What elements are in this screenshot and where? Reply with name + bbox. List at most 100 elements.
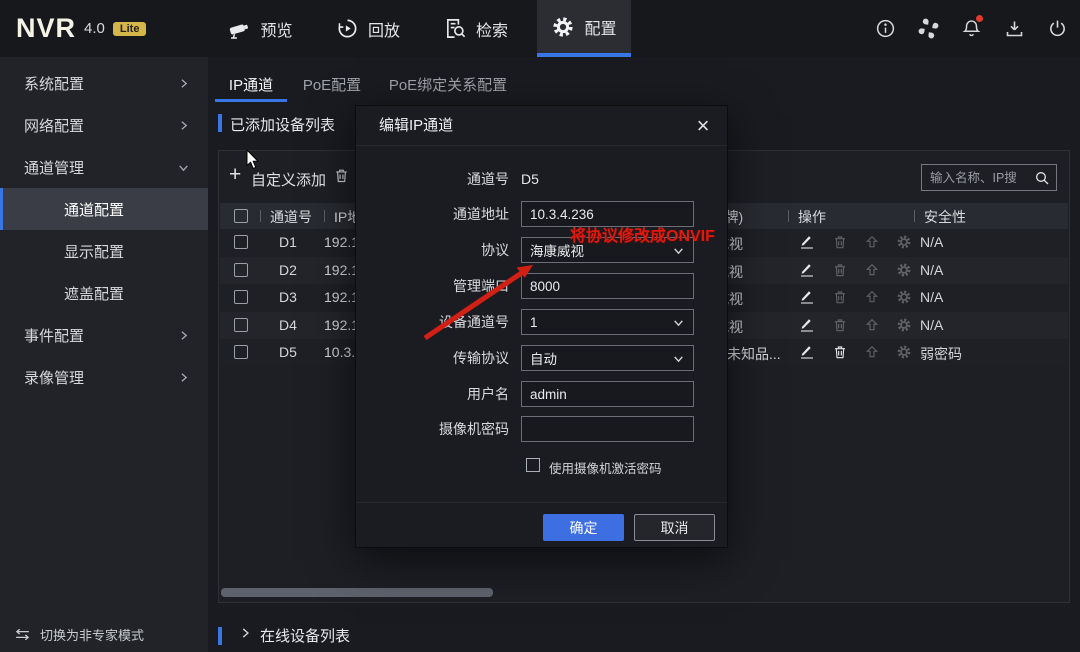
row-checkbox[interactable]	[234, 235, 248, 249]
settings-icon[interactable]	[896, 317, 912, 333]
field-username: 用户名	[356, 381, 727, 407]
edit-icon[interactable]	[799, 344, 815, 360]
device-search-input[interactable]	[928, 170, 1034, 186]
tab-poe-config[interactable]: PoE配置	[297, 66, 367, 102]
settings-icon[interactable]	[896, 289, 912, 305]
trash-icon[interactable]	[832, 317, 848, 333]
trash-icon[interactable]	[832, 262, 848, 278]
cell-security: N/A	[920, 317, 943, 333]
bell-icon[interactable]	[960, 18, 982, 40]
horizontal-scrollbar[interactable]	[221, 588, 493, 597]
row-checkbox[interactable]	[234, 345, 248, 359]
channel-no-value: D5	[521, 166, 539, 192]
sidebar-item-recording-management[interactable]: 录像管理	[0, 356, 208, 398]
nav-playback[interactable]: 回放	[320, 0, 416, 57]
select-all-checkbox[interactable]	[234, 209, 248, 223]
sidebar-item-system-config[interactable]: 系统配置	[0, 62, 208, 104]
ok-button[interactable]: 确定	[543, 514, 624, 541]
checkbox-label: 使用摄像机激活密码	[549, 458, 662, 477]
online-devices-title[interactable]: 在线设备列表	[260, 625, 350, 646]
power-icon[interactable]	[1046, 18, 1068, 40]
sidebar-item-channel-config[interactable]: 通道配置	[0, 188, 208, 230]
camera-icon	[227, 17, 251, 41]
sidebar-item-label: 遮盖配置	[64, 283, 124, 304]
tab-label: IP通道	[229, 74, 273, 95]
status-icon-group	[874, 0, 1068, 57]
search-icon[interactable]	[1034, 170, 1050, 186]
edit-icon[interactable]	[799, 234, 815, 250]
trash-icon[interactable]	[832, 234, 848, 250]
chevron-down-icon	[177, 161, 190, 174]
cell-ip: 192.1	[324, 317, 359, 333]
upgrade-icon[interactable]	[864, 344, 880, 360]
edit-icon[interactable]	[799, 262, 815, 278]
activation-password-row: 使用摄像机激活密码	[356, 456, 727, 476]
pinwheel-icon[interactable]	[917, 18, 939, 40]
sidebar-item-channel-management[interactable]: 通道管理	[0, 146, 208, 188]
sidebar: 系统配置 网络配置 通道管理 通道配置 显示配置 遮盖配置 事件配置 录像管理	[0, 57, 208, 652]
custom-add-button[interactable]: 自定义添加	[251, 169, 326, 190]
col-channel: 通道号	[270, 207, 312, 227]
switch-mode-label: 切换为非专家模式	[40, 625, 144, 644]
trash-icon[interactable]	[333, 167, 350, 184]
annotation-text: 将协议修改成ONVIF	[570, 222, 715, 246]
sidebar-item-label: 录像管理	[24, 367, 84, 388]
chevron-right-icon	[177, 119, 190, 132]
row-checkbox[interactable]	[234, 318, 248, 332]
transport-protocol-select[interactable]: 自动	[521, 345, 694, 371]
cell-protocol: 未知品...	[727, 344, 781, 364]
row-checkbox[interactable]	[234, 263, 248, 277]
field-label: 通道地址	[356, 201, 509, 227]
tab-label: PoE绑定关系配置	[389, 74, 507, 95]
upgrade-icon[interactable]	[864, 234, 880, 250]
device-search-box	[921, 164, 1057, 191]
upgrade-icon[interactable]	[864, 317, 880, 333]
field-channel-no: 通道号 D5	[356, 166, 727, 192]
nav-config-label: 配置	[584, 15, 616, 39]
field-label: 传输协议	[356, 345, 509, 371]
gear-icon	[551, 15, 575, 39]
nav-search[interactable]: 检索	[428, 0, 524, 57]
sidebar-item-display-config[interactable]: 显示配置	[0, 230, 208, 272]
upgrade-icon[interactable]	[864, 262, 880, 278]
row-checkbox[interactable]	[234, 290, 248, 304]
edit-icon[interactable]	[799, 317, 815, 333]
trash-icon[interactable]	[832, 344, 848, 360]
cell-security: N/A	[920, 262, 943, 278]
sidebar-item-privacy-mask-config[interactable]: 遮盖配置	[0, 272, 208, 314]
dialog-title: 编辑IP通道	[379, 106, 453, 146]
sidebar-item-event-config[interactable]: 事件配置	[0, 314, 208, 356]
topbar: NVR 4.0 Lite 预览 回放 检索 配置	[0, 0, 1080, 57]
nav-search-label: 检索	[476, 17, 508, 41]
cancel-button[interactable]: 取消	[634, 514, 715, 541]
switch-mode-button[interactable]: 切换为非专家模式	[14, 625, 144, 644]
nav-preview[interactable]: 预览	[212, 0, 308, 57]
use-activation-password-checkbox[interactable]	[526, 458, 540, 472]
tab-poe-binding-config[interactable]: PoE绑定关系配置	[388, 66, 508, 102]
username-input[interactable]	[521, 381, 694, 407]
chevron-right-icon	[177, 77, 190, 90]
close-icon[interactable]: ×	[689, 112, 717, 140]
search-doc-icon	[444, 17, 467, 40]
sidebar-item-network-config[interactable]: 网络配置	[0, 104, 208, 146]
camera-password-input[interactable]	[521, 416, 694, 442]
settings-icon[interactable]	[896, 234, 912, 250]
settings-icon[interactable]	[896, 344, 912, 360]
settings-icon[interactable]	[896, 262, 912, 278]
app-logo: NVR 4.0 Lite	[16, 0, 146, 57]
chevron-right-icon	[177, 371, 190, 384]
dialog-header: 编辑IP通道 ×	[356, 106, 727, 146]
upgrade-icon[interactable]	[864, 289, 880, 305]
nav-config[interactable]: 配置	[537, 0, 631, 57]
section-accent-bar	[218, 627, 222, 645]
download-icon[interactable]	[1003, 18, 1025, 40]
field-label: 用户名	[356, 381, 509, 407]
trash-icon[interactable]	[832, 289, 848, 305]
chevron-right-icon[interactable]	[238, 626, 252, 640]
chevron-down-icon	[672, 352, 685, 365]
edit-icon[interactable]	[799, 289, 815, 305]
info-icon[interactable]	[874, 18, 896, 40]
cell-channel: D3	[264, 289, 312, 305]
sidebar-item-label: 通道管理	[24, 157, 84, 178]
tab-ip-channel[interactable]: IP通道	[215, 66, 287, 102]
